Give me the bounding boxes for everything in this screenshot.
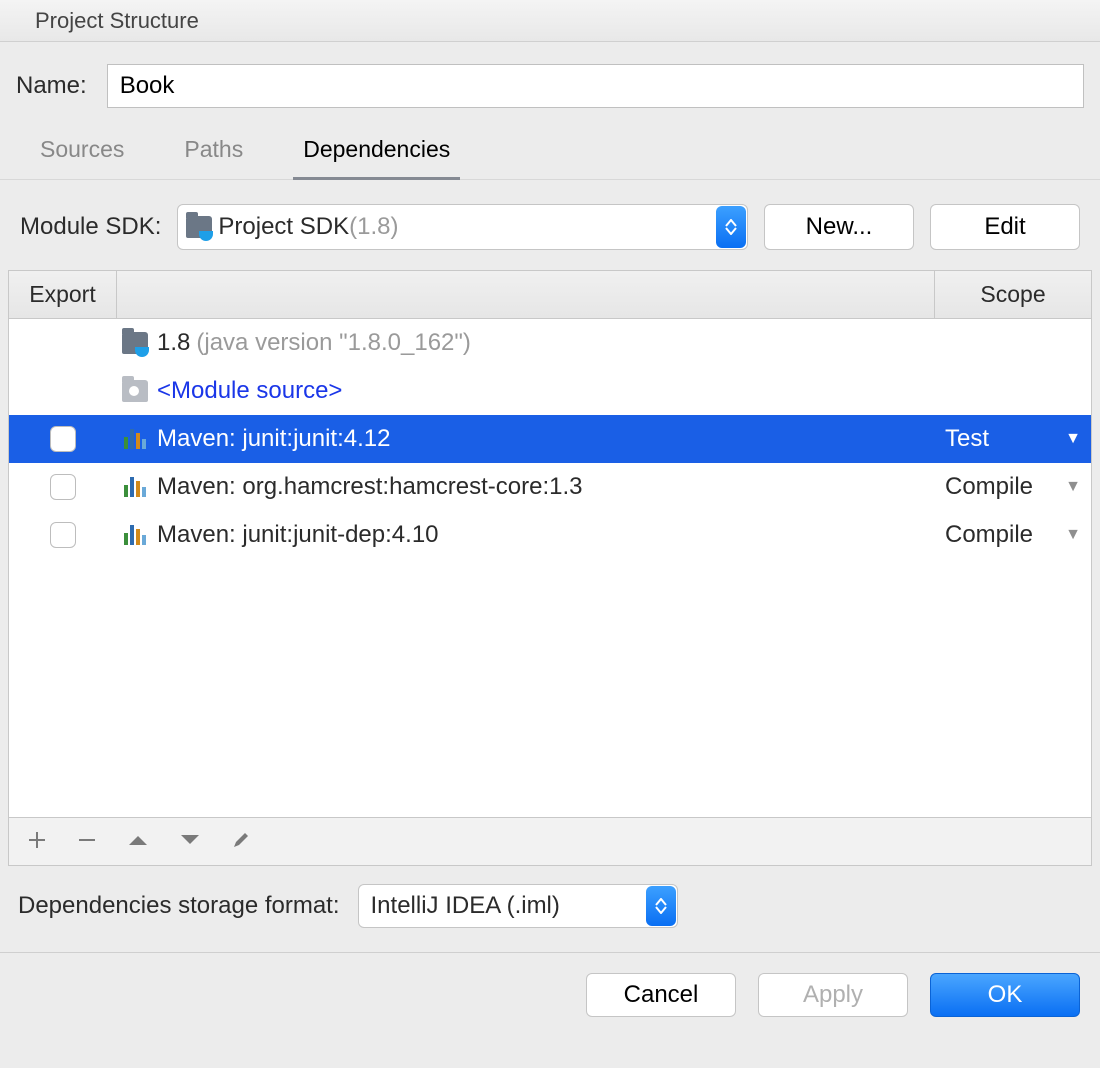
stepper-icon <box>716 206 746 248</box>
dependencies-rows: 1.8 (java version "1.8.0_162") <Module s… <box>9 319 1091 817</box>
dependency-row-module-source[interactable]: <Module source> <box>9 367 1091 415</box>
dependencies-toolbar <box>9 817 1091 865</box>
sdk-selected-prefix: Project SDK <box>218 213 349 241</box>
edit-button[interactable] <box>231 830 251 853</box>
dependency-label: Maven: junit:junit-dep:4.10 <box>157 521 439 549</box>
export-checkbox[interactable] <box>50 522 76 548</box>
tab-dependencies[interactable]: Dependencies <box>293 126 460 180</box>
export-checkbox[interactable] <box>50 474 76 500</box>
stepper-icon <box>646 886 676 926</box>
chevron-down-icon: ▼ <box>1065 478 1081 496</box>
name-column-header[interactable] <box>117 271 935 318</box>
move-up-button[interactable] <box>127 833 149 850</box>
name-label: Name: <box>16 72 87 100</box>
library-icon <box>124 525 146 545</box>
dialog-footer: Cancel Apply OK <box>0 952 1100 1037</box>
move-down-button[interactable] <box>179 833 201 850</box>
dependency-row-jdk[interactable]: 1.8 (java version "1.8.0_162") <box>9 319 1091 367</box>
folder-module-icon <box>122 380 148 402</box>
folder-jdk-icon <box>122 332 148 354</box>
scope-value: Compile <box>945 473 1033 501</box>
scope-value: Test <box>945 425 989 453</box>
library-icon <box>124 429 146 449</box>
jdk-version: 1.8 <box>157 329 190 357</box>
apply-button[interactable]: Apply <box>758 973 908 1017</box>
remove-button[interactable] <box>77 830 97 853</box>
chevron-down-icon: ▼ <box>1065 526 1081 544</box>
dependency-label: Maven: org.hamcrest:hamcrest-core:1.3 <box>157 473 583 501</box>
module-sdk-select[interactable]: Project SDK (1.8) <box>177 204 748 250</box>
folder-jdk-icon <box>186 216 212 238</box>
storage-value: IntelliJ IDEA (.iml) <box>371 892 560 920</box>
module-sdk-label: Module SDK: <box>20 213 161 241</box>
library-icon <box>124 477 146 497</box>
scope-select[interactable]: Test ▼ <box>935 425 1091 453</box>
dependency-row-junit-dep[interactable]: Maven: junit:junit-dep:4.10 Compile ▼ <box>9 511 1091 559</box>
export-column-header[interactable]: Export <box>9 271 117 318</box>
storage-label: Dependencies storage format: <box>18 892 340 920</box>
add-button[interactable] <box>27 830 47 853</box>
jdk-version-detail: (java version "1.8.0_162") <box>196 329 471 357</box>
name-input[interactable] <box>107 64 1084 108</box>
cancel-button[interactable]: Cancel <box>586 973 736 1017</box>
scope-select[interactable]: Compile ▼ <box>935 473 1091 501</box>
storage-format-select[interactable]: IntelliJ IDEA (.iml) <box>358 884 678 928</box>
tabs: Sources Paths Dependencies <box>0 126 1100 180</box>
scope-value: Compile <box>945 521 1033 549</box>
dependencies-header: Export Scope <box>9 271 1091 319</box>
chevron-down-icon: ▼ <box>1065 430 1081 448</box>
scope-column-header[interactable]: Scope <box>935 271 1091 318</box>
dependency-row-hamcrest[interactable]: Maven: org.hamcrest:hamcrest-core:1.3 Co… <box>9 463 1091 511</box>
scope-select[interactable]: Compile ▼ <box>935 521 1091 549</box>
ok-button[interactable]: OK <box>930 973 1080 1017</box>
dependency-row-junit[interactable]: Maven: junit:junit:4.12 Test ▼ <box>9 415 1091 463</box>
tab-paths[interactable]: Paths <box>174 126 253 179</box>
window-title: Project Structure <box>0 0 1100 42</box>
tab-sources[interactable]: Sources <box>30 126 134 179</box>
export-checkbox[interactable] <box>50 426 76 452</box>
sdk-selected-version: (1.8) <box>349 213 398 241</box>
new-sdk-button[interactable]: New... <box>764 204 914 250</box>
dependency-label: Maven: junit:junit:4.12 <box>157 425 390 453</box>
edit-sdk-button[interactable]: Edit <box>930 204 1080 250</box>
module-source-label: <Module source> <box>157 377 342 405</box>
dependencies-panel: Export Scope 1.8 (java version "1.8.0_16… <box>8 270 1092 866</box>
